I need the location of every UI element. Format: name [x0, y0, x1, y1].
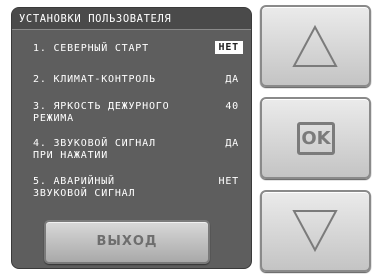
setting-value: 40 — [225, 101, 239, 112]
up-button[interactable] — [260, 5, 371, 87]
setting-label-line2: РЕЖИМА — [33, 113, 74, 124]
setting-label-line2: ЗВУКОВОЙ СИГНАЛ — [33, 188, 136, 199]
setting-label-line2: ПРИ НАЖАТИИ — [33, 150, 109, 161]
setting-label: 3. ЯРКОСТЬ ДЕЖУРНОГО — [33, 101, 170, 112]
ok-label: OK — [297, 122, 335, 155]
setting-value: ДА — [225, 138, 239, 149]
panel-title: УСТАНОВКИ ПОЛЬЗОВАТЕЛЯ — [12, 8, 251, 30]
triangle-up-icon — [292, 24, 338, 67]
setting-label: 5. АВАРИЙНЫЙ — [33, 176, 115, 187]
exit-button[interactable]: ВЫХОД — [44, 220, 210, 264]
setting-value: ДА — [225, 74, 239, 85]
setting-label: 2. КЛИМАТ-КОНТРОЛЬ — [33, 74, 156, 85]
down-button[interactable] — [260, 190, 371, 272]
setting-value: НЕТ — [218, 176, 239, 187]
setting-label: 1. СЕВЕРНЫЙ СТАРТ — [33, 43, 149, 54]
setting-label: 4. ЗВУКОВОЙ СИГНАЛ — [33, 138, 156, 149]
setting-value: НЕТ — [214, 41, 243, 54]
user-settings-panel: УСТАНОВКИ ПОЛЬЗОВАТЕЛЯ 1. СЕВЕРНЫЙ СТАРТ… — [11, 7, 252, 269]
triangle-down-icon — [292, 210, 338, 253]
ok-button[interactable]: OK — [260, 97, 371, 179]
settings-screen: УСТАНОВКИ ПОЛЬЗОВАТЕЛЯ 1. СЕВЕРНЫЙ СТАРТ… — [0, 0, 375, 274]
